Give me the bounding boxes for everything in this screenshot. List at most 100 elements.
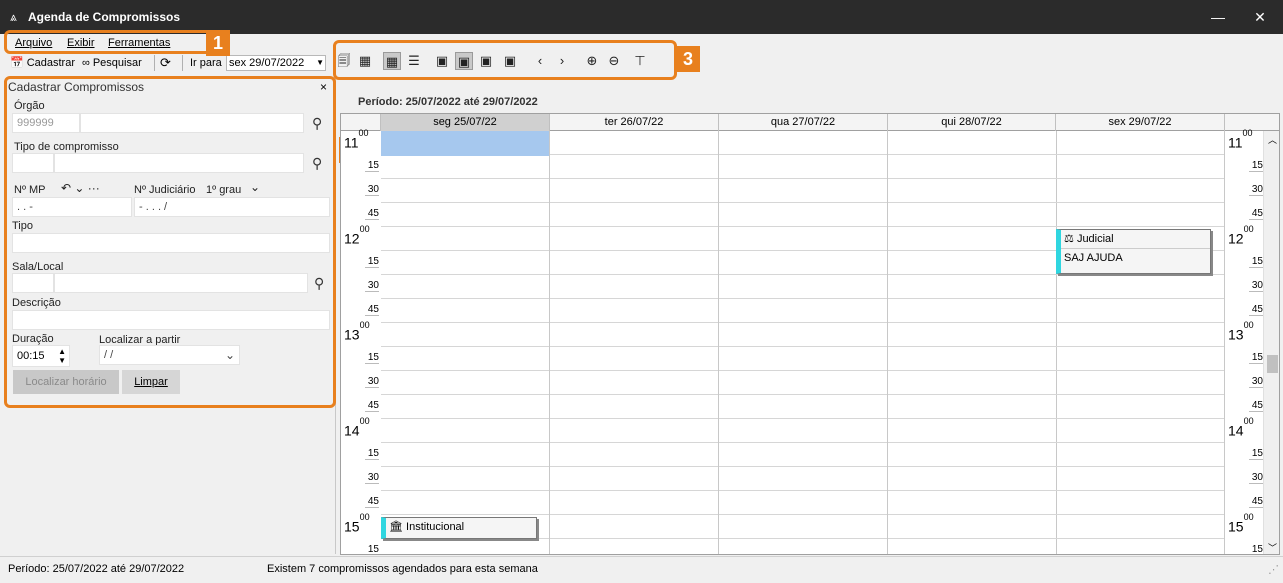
time-slot[interactable] bbox=[381, 227, 549, 251]
scroll-down-icon[interactable]: ﹀ bbox=[1268, 541, 1277, 554]
time-slot[interactable] bbox=[1056, 179, 1224, 203]
selected-time-slot[interactable] bbox=[381, 131, 549, 156]
time-slot[interactable] bbox=[381, 395, 549, 419]
time-slot[interactable] bbox=[888, 203, 1056, 227]
time-slot[interactable] bbox=[719, 443, 887, 467]
time-slot[interactable] bbox=[550, 299, 718, 323]
time-slot[interactable] bbox=[719, 491, 887, 515]
time-slot[interactable] bbox=[888, 251, 1056, 275]
ir-para-date-select[interactable]: sex 29/07/2022 ▼ bbox=[226, 55, 326, 71]
time-slot[interactable] bbox=[1056, 155, 1224, 179]
time-slot[interactable] bbox=[550, 179, 718, 203]
day-column[interactable] bbox=[719, 131, 888, 554]
time-slot[interactable] bbox=[888, 179, 1056, 203]
time-slot[interactable] bbox=[719, 179, 887, 203]
day-header-ter[interactable]: ter 26/07/22 bbox=[550, 114, 719, 131]
tipo-compromisso-code-field[interactable] bbox=[12, 153, 54, 173]
time-slot[interactable] bbox=[1056, 299, 1224, 323]
time-slot[interactable] bbox=[381, 371, 549, 395]
time-slot[interactable] bbox=[888, 275, 1056, 299]
time-slot[interactable] bbox=[550, 251, 718, 275]
cadastrar-button[interactable]: 📅 Cadastrar bbox=[10, 54, 75, 72]
undo-arrow-icon[interactable]: ↶ ⌄ ··· bbox=[61, 181, 100, 195]
day-column[interactable] bbox=[381, 131, 550, 554]
njudiciario-field[interactable]: - . . . / bbox=[134, 197, 330, 217]
stepper-arrows-icon[interactable]: ▲ ▼ bbox=[58, 347, 66, 365]
time-slot[interactable] bbox=[719, 515, 887, 539]
time-slot[interactable] bbox=[888, 491, 1056, 515]
time-slot[interactable] bbox=[719, 131, 887, 155]
appointment-judicial[interactable]: ⚖ Judicial SAJ AJUDA bbox=[1056, 229, 1211, 274]
time-slot[interactable] bbox=[381, 251, 549, 275]
time-slot[interactable] bbox=[888, 131, 1056, 155]
time-slot[interactable] bbox=[550, 539, 718, 554]
time-slot[interactable] bbox=[1056, 203, 1224, 227]
time-slot[interactable] bbox=[1056, 539, 1224, 554]
limpar-button[interactable]: Limpar bbox=[122, 370, 180, 394]
day-column[interactable] bbox=[888, 131, 1057, 554]
orgao-name-field[interactable] bbox=[80, 113, 304, 133]
time-slot[interactable] bbox=[719, 419, 887, 443]
time-slot[interactable] bbox=[381, 443, 549, 467]
time-slot[interactable] bbox=[888, 539, 1056, 554]
time-slot[interactable] bbox=[381, 419, 549, 443]
day-header-qui[interactable]: qui 28/07/22 bbox=[888, 114, 1056, 131]
time-slot[interactable] bbox=[888, 323, 1056, 347]
time-slot[interactable] bbox=[888, 443, 1056, 467]
sala-code-field[interactable] bbox=[12, 273, 54, 293]
sala-search-icon[interactable]: ⚲ bbox=[314, 275, 324, 292]
day-header-sex[interactable]: sex 29/07/22 bbox=[1056, 114, 1225, 131]
time-slot[interactable] bbox=[719, 275, 887, 299]
time-slot[interactable] bbox=[1056, 371, 1224, 395]
time-slot[interactable] bbox=[1056, 131, 1224, 155]
time-slot[interactable] bbox=[888, 299, 1056, 323]
pesquisar-button[interactable]: ∞ Pesquisar bbox=[82, 54, 142, 72]
tipo-compromisso-name-field[interactable] bbox=[54, 153, 304, 173]
time-slot[interactable] bbox=[719, 155, 887, 179]
day-header-qua[interactable]: qua 27/07/22 bbox=[719, 114, 888, 131]
time-slot[interactable] bbox=[719, 299, 887, 323]
day-column[interactable] bbox=[1056, 131, 1225, 554]
time-slot[interactable] bbox=[1056, 275, 1224, 299]
time-slot[interactable] bbox=[381, 467, 549, 491]
time-slot[interactable] bbox=[1056, 395, 1224, 419]
time-slot[interactable] bbox=[550, 131, 718, 155]
time-slot[interactable] bbox=[550, 491, 718, 515]
close-window-button[interactable]: ✕ bbox=[1248, 6, 1272, 28]
time-slot[interactable] bbox=[1056, 419, 1224, 443]
calendar-scrollbar[interactable]: ︿ ﹀ bbox=[1263, 131, 1279, 554]
resize-grip-icon[interactable]: ⋰ bbox=[1268, 563, 1279, 580]
time-slot[interactable] bbox=[719, 395, 887, 419]
time-slot[interactable] bbox=[550, 275, 718, 299]
time-slot[interactable] bbox=[550, 419, 718, 443]
time-slot[interactable] bbox=[550, 227, 718, 251]
time-slot[interactable] bbox=[719, 347, 887, 371]
time-slot[interactable] bbox=[1056, 491, 1224, 515]
time-slot[interactable] bbox=[550, 395, 718, 419]
time-slot[interactable] bbox=[719, 539, 887, 554]
duracao-stepper[interactable]: 00:15 ▲ ▼ bbox=[12, 345, 70, 367]
time-slot[interactable] bbox=[888, 515, 1056, 539]
time-slot[interactable] bbox=[719, 203, 887, 227]
time-slot[interactable] bbox=[719, 371, 887, 395]
scroll-up-icon[interactable]: ︿ bbox=[1268, 133, 1277, 146]
time-slot[interactable] bbox=[381, 299, 549, 323]
time-slot[interactable] bbox=[719, 323, 887, 347]
day-header-seg[interactable]: seg 25/07/22 bbox=[381, 114, 550, 131]
time-slot[interactable] bbox=[381, 491, 549, 515]
time-slot[interactable] bbox=[381, 275, 549, 299]
time-slot[interactable] bbox=[550, 467, 718, 491]
time-slot[interactable] bbox=[550, 371, 718, 395]
nmp-field[interactable]: . . - bbox=[12, 197, 132, 217]
appointment-institucional[interactable]: 🏛 Institucional bbox=[381, 517, 537, 539]
time-slot[interactable] bbox=[719, 467, 887, 491]
time-slot[interactable] bbox=[550, 443, 718, 467]
tipo-field[interactable] bbox=[12, 233, 330, 253]
tipo-compromisso-search-icon[interactable]: ⚲ bbox=[312, 155, 322, 172]
time-slot[interactable] bbox=[1056, 515, 1224, 539]
orgao-code-field[interactable]: 999999 bbox=[12, 113, 80, 133]
grau-chevron-icon[interactable]: ⌄ bbox=[250, 180, 260, 194]
time-slot[interactable] bbox=[888, 467, 1056, 491]
panel-close-button[interactable]: × bbox=[320, 80, 327, 94]
time-slot[interactable] bbox=[550, 347, 718, 371]
